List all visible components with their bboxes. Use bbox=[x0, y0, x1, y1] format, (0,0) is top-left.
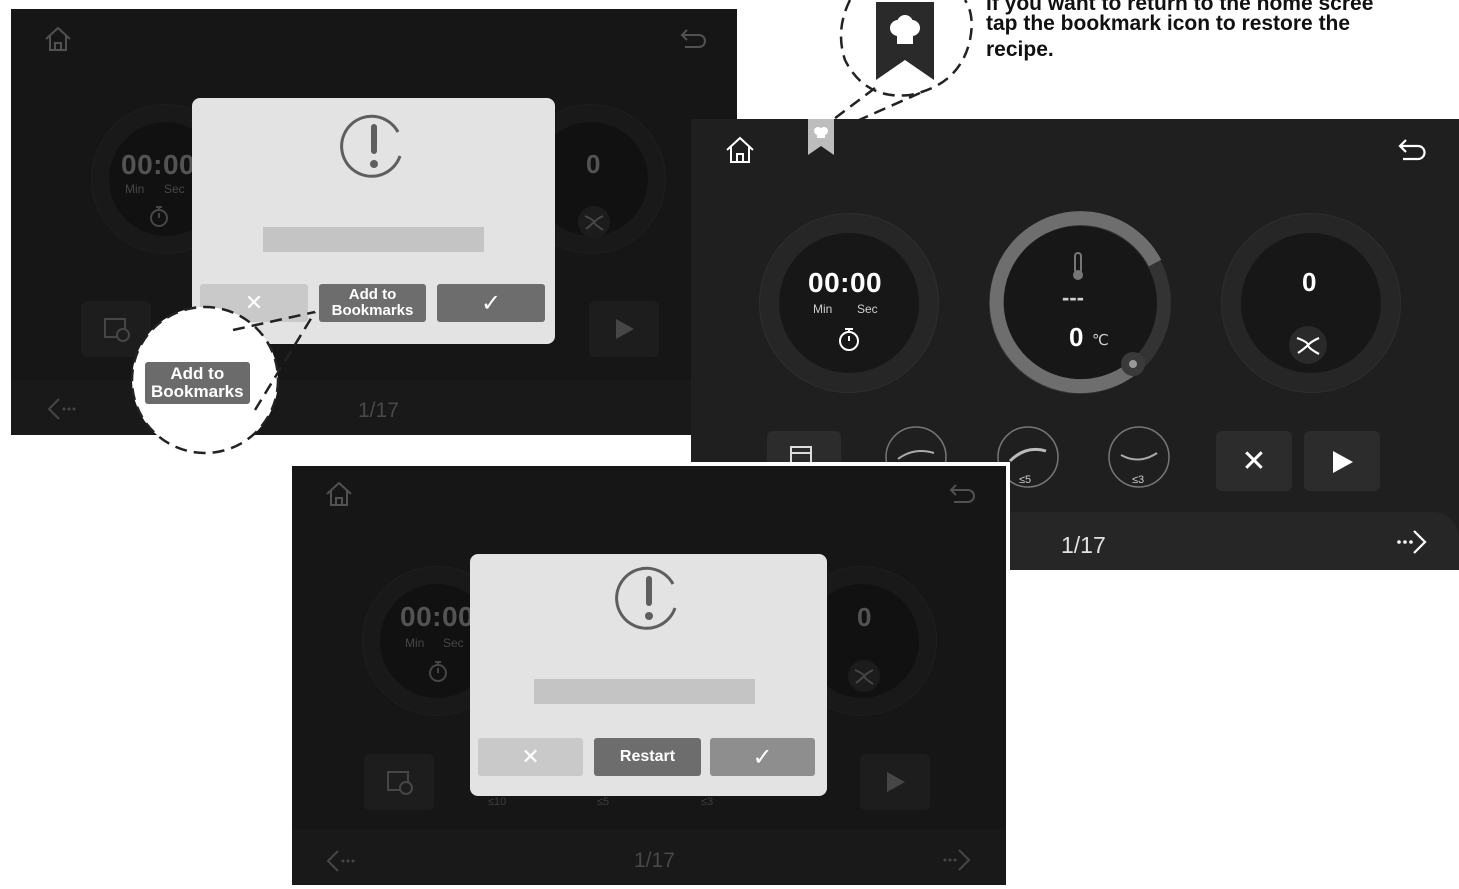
add-to-bookmarks-zoom-label: Add to Bookmarks bbox=[145, 362, 250, 404]
temperature-target: --- bbox=[1062, 285, 1084, 310]
confirm-button[interactable]: ✓ bbox=[437, 284, 545, 322]
dialog-message-placeholder bbox=[534, 679, 755, 704]
restart-button[interactable]: Restart bbox=[594, 738, 701, 776]
restart-dialog: ✕ Restart ✓ bbox=[470, 554, 827, 796]
min-label: Min bbox=[813, 302, 833, 316]
thermometer-icon bbox=[1070, 251, 1086, 281]
screen-restart: 00:00 Min Sec 0 ≤10 ≤5 ≤3 1/17 ✕ Restart bbox=[288, 462, 1010, 889]
next-arrow-icon[interactable] bbox=[1396, 528, 1428, 556]
temperature-value: 0 bbox=[1069, 322, 1084, 352]
warning-icon bbox=[613, 562, 685, 634]
stop-button[interactable]: ✕ bbox=[1216, 431, 1292, 491]
callout-line-3: recipe. bbox=[986, 38, 1054, 61]
cancel-button[interactable]: ✕ bbox=[478, 738, 583, 776]
confirm-button[interactable]: ✓ bbox=[710, 738, 815, 776]
timer-value: 00:00 bbox=[808, 267, 883, 298]
start-button[interactable] bbox=[1304, 431, 1380, 491]
callout-line-2: tap the bookmark icon to restore the bbox=[986, 12, 1351, 35]
home-icon[interactable] bbox=[724, 135, 756, 165]
sec-label: Sec bbox=[857, 302, 878, 316]
speed-label-a: ≤5 bbox=[1019, 474, 1032, 486]
stop-icon: ✕ bbox=[1241, 444, 1267, 478]
timer-dial[interactable] bbox=[759, 213, 939, 393]
bookmark-chef-icon-large bbox=[876, 2, 934, 80]
warning-icon bbox=[338, 110, 410, 182]
temperature-unit: ℃ bbox=[1092, 332, 1109, 349]
stopwatch-icon bbox=[837, 326, 861, 352]
fan-icon bbox=[1288, 325, 1328, 365]
speed-label-b: ≤3 bbox=[1132, 474, 1145, 486]
fan-value: 0 bbox=[1302, 267, 1317, 297]
back-arrow-icon[interactable] bbox=[1397, 135, 1429, 163]
dialog-message-placeholder bbox=[263, 227, 484, 252]
play-icon bbox=[1331, 449, 1355, 475]
page-indicator: 1/17 bbox=[1061, 532, 1106, 558]
bookmark-icon[interactable] bbox=[808, 119, 834, 155]
fan-dial[interactable] bbox=[1221, 213, 1401, 393]
